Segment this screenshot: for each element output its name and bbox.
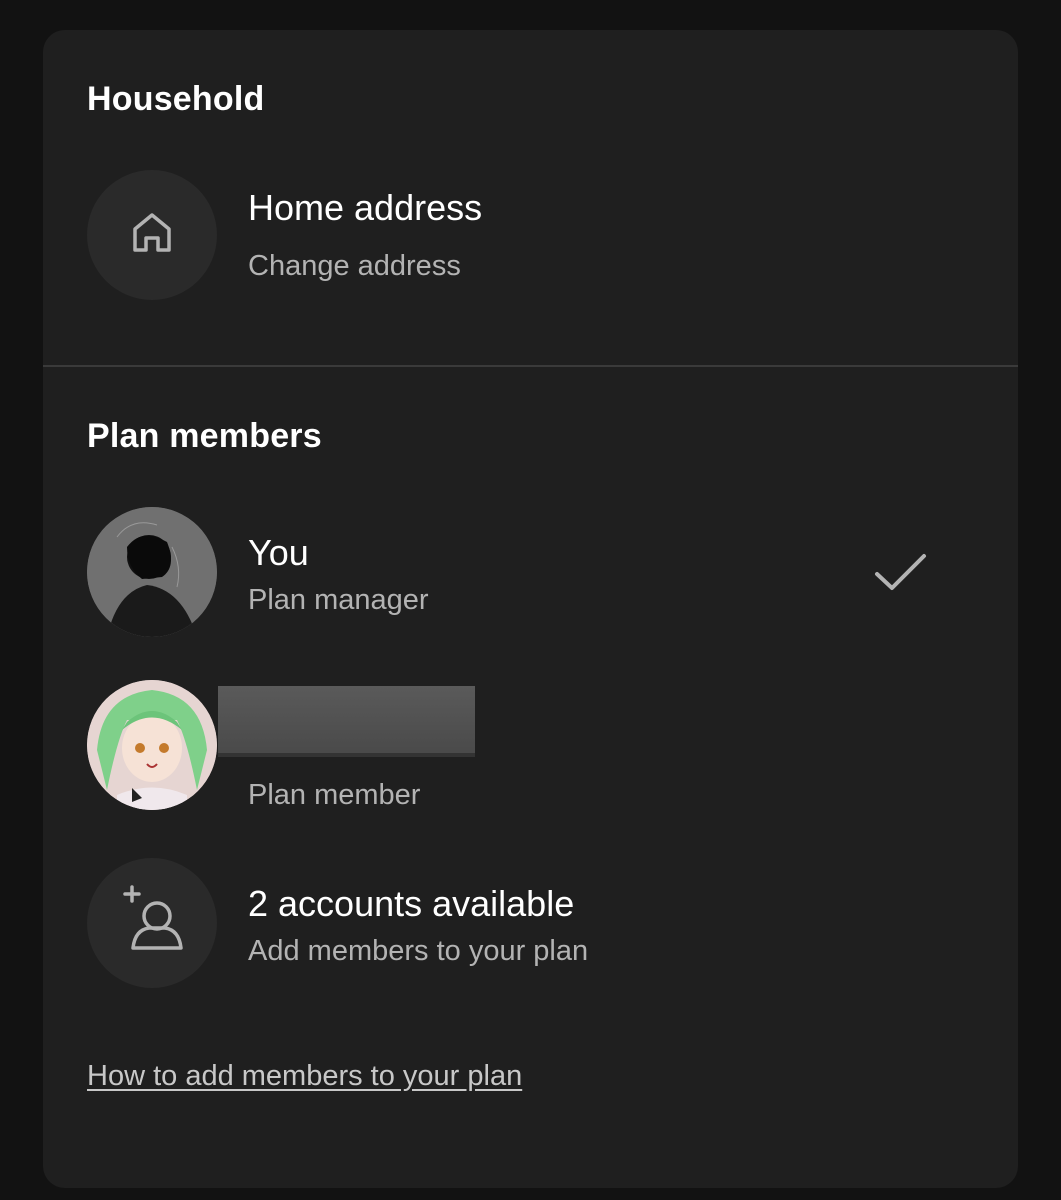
plan-members-title: Plan members — [87, 417, 322, 455]
home-icon-circle — [87, 170, 217, 300]
home-address-label: Home address — [248, 187, 483, 228]
check-icon — [875, 554, 926, 590]
avatar — [87, 680, 217, 810]
plan-card: Household Home address Change address Pl… — [43, 30, 1018, 1188]
help-link[interactable]: How to add members to your plan — [87, 1060, 522, 1093]
member-name: You — [248, 532, 309, 573]
home-icon — [133, 213, 171, 252]
redacted-name — [218, 686, 475, 757]
household-title: Household — [87, 80, 265, 118]
home-address-row[interactable]: Home address Change address — [87, 170, 987, 300]
section-divider — [43, 365, 1018, 367]
avatar-image-icon — [87, 507, 217, 637]
avatar-image-icon — [87, 680, 217, 810]
member-role: Plan member — [248, 779, 421, 811]
member-row-you[interactable]: You Plan manager — [87, 507, 987, 637]
avatar — [87, 507, 217, 637]
add-user-icon — [123, 885, 183, 950]
accounts-available-label: 2 accounts available — [248, 883, 575, 924]
change-address-link[interactable]: Change address — [248, 250, 461, 283]
add-members-row[interactable]: 2 accounts available Add members to your… — [87, 858, 987, 988]
add-user-icon-circle — [87, 858, 217, 988]
member-role: Plan manager — [248, 584, 429, 616]
add-members-sublabel: Add members to your plan — [248, 935, 589, 967]
